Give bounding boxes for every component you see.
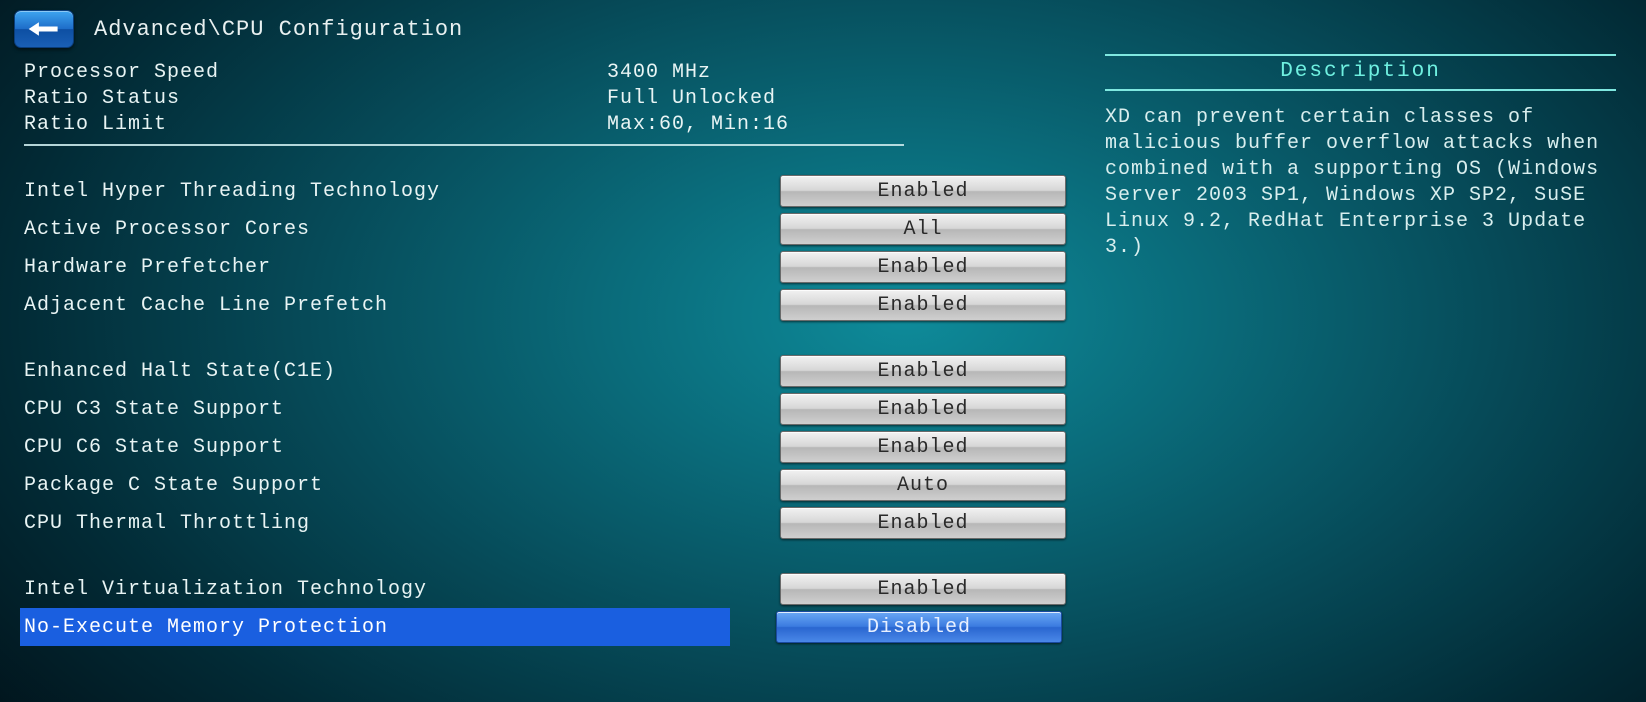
setting-label: Adjacent Cache Line Prefetch — [24, 286, 780, 324]
back-arrow-icon — [27, 19, 61, 39]
back-button[interactable] — [14, 10, 74, 48]
divider — [24, 144, 904, 146]
setting-label: CPU C3 State Support — [24, 390, 780, 428]
setting-row[interactable]: Hardware PrefetcherEnabled — [24, 248, 1085, 286]
cpu-info-block: Processor Speed 3400 MHz Ratio Status Fu… — [24, 60, 1085, 146]
setting-value-button[interactable]: Enabled — [780, 507, 1066, 539]
setting-label: Enhanced Halt State(C1E) — [24, 352, 780, 390]
setting-label: No-Execute Memory Protection — [20, 608, 730, 646]
description-column: Description XD can prevent certain class… — [1085, 54, 1646, 646]
setting-value-button[interactable]: Disabled — [776, 611, 1062, 643]
bios-screen: Advanced\CPU Configuration Processor Spe… — [0, 0, 1646, 702]
info-row: Ratio Limit Max:60, Min:16 — [24, 112, 1085, 138]
setting-value-button[interactable]: Enabled — [780, 355, 1066, 387]
description-title: Description — [1105, 60, 1616, 83]
setting-row[interactable]: CPU Thermal ThrottlingEnabled — [24, 504, 1085, 542]
setting-value-button[interactable]: All — [780, 213, 1066, 245]
setting-label: Intel Hyper Threading Technology — [24, 172, 780, 210]
setting-value-button[interactable]: Enabled — [780, 393, 1066, 425]
info-value: Max:60, Min:16 — [607, 112, 789, 138]
setting-label: CPU C6 State Support — [24, 428, 780, 466]
info-label: Ratio Status — [24, 86, 607, 112]
group-spacer — [24, 542, 1085, 570]
setting-value-button[interactable]: Enabled — [780, 175, 1066, 207]
settings-list: Intel Hyper Threading TechnologyEnabledA… — [24, 172, 1085, 646]
setting-row[interactable]: No-Execute Memory ProtectionDisabled — [24, 608, 1085, 646]
setting-row[interactable]: Intel Virtualization TechnologyEnabled — [24, 570, 1085, 608]
setting-value-button[interactable]: Enabled — [780, 251, 1066, 283]
description-text: XD can prevent certain classes of malici… — [1105, 105, 1616, 261]
info-label: Ratio Limit — [24, 112, 607, 138]
setting-value-button[interactable]: Auto — [780, 469, 1066, 501]
setting-value-button[interactable]: Enabled — [780, 289, 1066, 321]
setting-value-button[interactable]: Enabled — [780, 431, 1066, 463]
setting-row[interactable]: Intel Hyper Threading TechnologyEnabled — [24, 172, 1085, 210]
settings-column: Processor Speed 3400 MHz Ratio Status Fu… — [0, 54, 1085, 646]
setting-row[interactable]: Active Processor CoresAll — [24, 210, 1085, 248]
setting-label: CPU Thermal Throttling — [24, 504, 780, 542]
main-area: Processor Speed 3400 MHz Ratio Status Fu… — [0, 48, 1646, 646]
group-spacer — [24, 324, 1085, 352]
description-divider — [1105, 89, 1616, 91]
setting-label: Package C State Support — [24, 466, 780, 504]
setting-row[interactable]: Adjacent Cache Line PrefetchEnabled — [24, 286, 1085, 324]
info-value: 3400 MHz — [607, 60, 711, 86]
info-row: Processor Speed 3400 MHz — [24, 60, 1085, 86]
breadcrumb: Advanced\CPU Configuration — [94, 17, 463, 42]
setting-value-button[interactable]: Enabled — [780, 573, 1066, 605]
description-panel: Description XD can prevent certain class… — [1105, 54, 1616, 261]
setting-label: Intel Virtualization Technology — [24, 570, 780, 608]
setting-label: Active Processor Cores — [24, 210, 780, 248]
setting-row[interactable]: CPU C6 State SupportEnabled — [24, 428, 1085, 466]
setting-row[interactable]: Enhanced Halt State(C1E)Enabled — [24, 352, 1085, 390]
info-label: Processor Speed — [24, 60, 607, 86]
info-row: Ratio Status Full Unlocked — [24, 86, 1085, 112]
setting-row[interactable]: Package C State SupportAuto — [24, 466, 1085, 504]
info-value: Full Unlocked — [607, 86, 776, 112]
header-bar: Advanced\CPU Configuration — [0, 0, 1646, 48]
setting-row[interactable]: CPU C3 State SupportEnabled — [24, 390, 1085, 428]
setting-label: Hardware Prefetcher — [24, 248, 780, 286]
